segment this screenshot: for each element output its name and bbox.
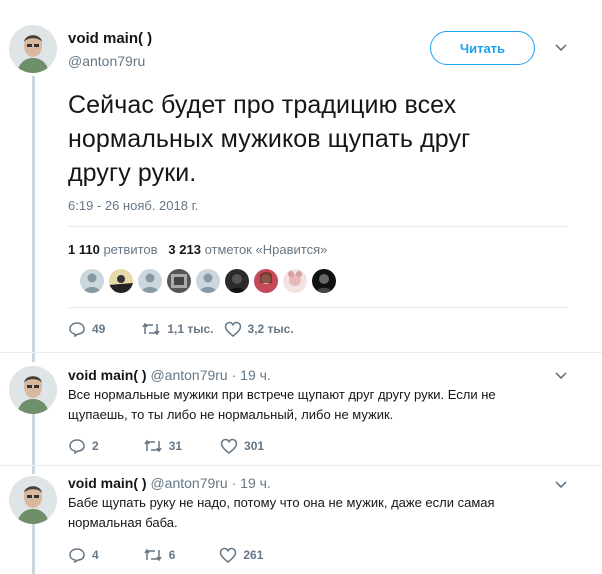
- divider: [0, 352, 602, 353]
- retweet-icon: [144, 439, 162, 453]
- reply-header: void main( ) @anton79ru · 19 ч.: [68, 367, 271, 383]
- thread-line: [32, 76, 35, 362]
- reply-count: 49: [92, 322, 106, 336]
- avatar[interactable]: [9, 476, 57, 524]
- retweets-label[interactable]: ретвитов: [103, 242, 157, 257]
- reply-author-handle[interactable]: @anton79ru: [150, 367, 227, 383]
- engagement-stats: 1 110 ретвитов 3 213 отметок «Нравится»: [68, 242, 327, 257]
- reply-button[interactable]: 49: [68, 321, 105, 337]
- reply-time[interactable]: · 19 ч.: [232, 475, 271, 491]
- liker-avatar[interactable]: [196, 269, 220, 293]
- reply-button[interactable]: 4: [68, 547, 99, 563]
- retweet-icon: [142, 322, 160, 336]
- tweet-text: Сейчас будет про традицию всех нормальны…: [68, 91, 471, 187]
- liker-avatar[interactable]: [254, 269, 278, 293]
- likes-count[interactable]: 3 213: [168, 242, 201, 257]
- retweet-count: 31: [168, 439, 183, 453]
- likers-avatars: [80, 269, 336, 293]
- liker-avatar[interactable]: [283, 269, 307, 293]
- reply-author-name[interactable]: void main( ): [68, 475, 147, 491]
- likes-label[interactable]: отметок «Нравится»: [205, 242, 328, 257]
- retweet-count: 6: [168, 548, 176, 562]
- like-button[interactable]: 3,2 тыс.: [224, 321, 294, 337]
- tweet-timestamp[interactable]: 6:19 - 26 нояб. 2018 г.: [68, 198, 198, 213]
- heart-icon: [220, 438, 238, 454]
- reply-text: Все нормальные мужики при встрече щупают…: [68, 387, 496, 422]
- chevron-down-icon[interactable]: [555, 479, 567, 491]
- reply-header: void main( ) @anton79ru · 19 ч.: [68, 475, 271, 491]
- reply-text: Бабе щупать руку не надо, потому что она…: [68, 495, 495, 530]
- retweets-count[interactable]: 1 110: [68, 242, 100, 257]
- divider: [68, 307, 568, 308]
- avatar[interactable]: [9, 25, 57, 73]
- reply-icon: [69, 439, 85, 454]
- retweet-count: 1,1 тыс.: [167, 322, 214, 336]
- liker-avatar[interactable]: [167, 269, 191, 293]
- divider: [68, 226, 568, 227]
- like-count: 3,2 тыс.: [247, 322, 294, 336]
- divider: [0, 465, 602, 466]
- reply-count: 4: [92, 548, 99, 562]
- thread-line: [32, 524, 35, 574]
- like-button[interactable]: 261: [219, 547, 263, 563]
- like-button[interactable]: 301: [220, 438, 264, 454]
- reply-count: 2: [92, 439, 99, 453]
- reply-time[interactable]: · 19 ч.: [232, 367, 271, 383]
- liker-avatar[interactable]: [138, 269, 162, 293]
- heart-icon: [220, 547, 237, 563]
- reply-icon: [69, 548, 85, 563]
- follow-button[interactable]: Читать: [430, 31, 535, 65]
- author-name[interactable]: void main( ): [68, 30, 152, 47]
- retweet-button[interactable]: 1,1 тыс.: [141, 322, 214, 336]
- reply-actions: 4 6 261: [68, 547, 263, 563]
- retweet-button[interactable]: 6: [143, 548, 176, 562]
- reply-actions: 2 31 301: [68, 438, 264, 454]
- liker-avatar[interactable]: [312, 269, 336, 293]
- chevron-down-icon[interactable]: [555, 370, 567, 382]
- avatar[interactable]: [9, 366, 57, 414]
- liker-avatar[interactable]: [109, 269, 133, 293]
- reply-icon: [69, 322, 85, 337]
- retweet-button[interactable]: 31: [143, 439, 182, 453]
- tweet-actions: 49 1,1 тыс. 3,2 тыс.: [68, 321, 294, 337]
- author-handle[interactable]: @anton79ru: [68, 53, 145, 69]
- like-count: 301: [244, 439, 265, 453]
- heart-icon: [224, 321, 241, 337]
- reply-button[interactable]: 2: [68, 438, 99, 454]
- reply-author-handle[interactable]: @anton79ru: [150, 475, 227, 491]
- chevron-down-icon[interactable]: [555, 42, 567, 54]
- liker-avatar[interactable]: [225, 269, 249, 293]
- liker-avatar[interactable]: [80, 269, 104, 293]
- like-count: 261: [243, 548, 264, 562]
- retweet-icon: [144, 548, 162, 562]
- reply-author-name[interactable]: void main( ): [68, 367, 147, 383]
